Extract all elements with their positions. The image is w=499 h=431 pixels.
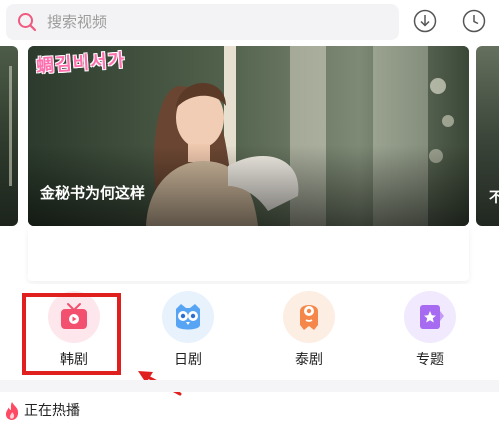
banner-next-title: 不 [489,190,499,206]
section-divider [0,380,499,392]
download-icon[interactable] [413,9,437,33]
hot-section-title: 正在热播 [24,403,80,419]
history-clock-icon[interactable] [462,9,486,33]
banner-next-peek[interactable]: 不 [476,46,499,226]
hot-section-header: 正在热播 [0,392,499,431]
category-label: 专题 [416,352,444,368]
category-japanese-drama[interactable]: 日剧 [148,286,228,376]
mascot-icon [283,291,335,343]
search-bar[interactable]: 搜索视频 [6,4,399,40]
owl-icon [162,291,214,343]
fire-icon [5,402,19,420]
category-thai-drama[interactable]: 泰剧 [269,286,349,376]
category-topics[interactable]: 专题 [390,286,470,376]
banner-card-shadow [28,226,469,281]
search-placeholder: 搜索视频 [47,13,108,31]
category-label: 日剧 [174,352,202,368]
star-tag-icon [404,291,456,343]
banner-carousel[interactable]: 蜩김비서가 金秘书为何这样 不 [0,46,499,284]
banner-title: 金秘书为何这样 [40,184,146,202]
highlight-box [22,293,121,375]
search-icon [18,13,37,32]
banner-prev-peek[interactable] [0,46,18,226]
banner-card[interactable]: 蜩김비서가 金秘书为何这样 [28,46,469,226]
category-label: 泰剧 [295,352,323,368]
